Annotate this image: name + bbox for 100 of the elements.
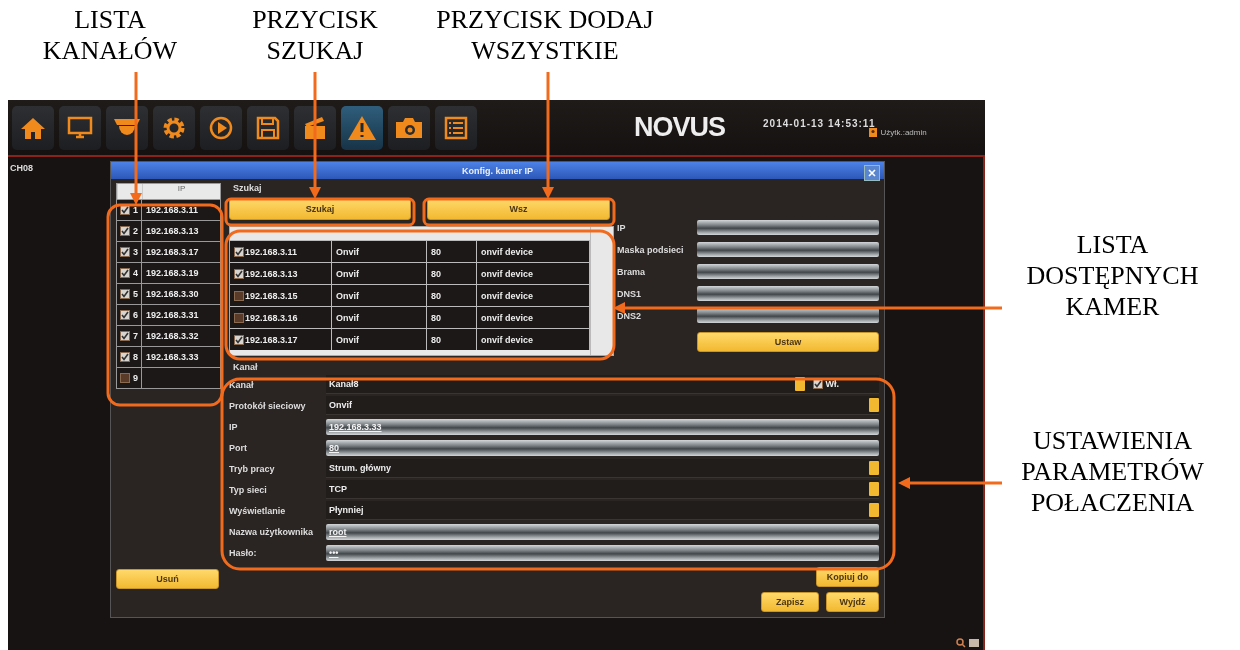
checkbox[interactable] xyxy=(120,289,130,299)
annotation-label: PRZYCISK DODAJ WSZYSTKIE xyxy=(436,4,654,66)
field-label: IP xyxy=(617,222,627,233)
brand-logo: NOVUS xyxy=(634,112,726,143)
dropdown-field[interactable]: Onvif xyxy=(326,396,879,415)
play-circle-icon xyxy=(208,114,234,141)
user-label: Użytk.:admin xyxy=(880,128,927,137)
table-cell: 192.168.3.17 xyxy=(230,329,332,350)
channel-number: 4 xyxy=(133,268,138,278)
monitor-icon xyxy=(67,115,93,140)
input-field[interactable]: 192.168.3.33 xyxy=(326,418,879,435)
field-label: Nazwa użytkownika xyxy=(229,526,315,537)
table-cell: Onvif xyxy=(332,329,427,350)
channel-number: 8 xyxy=(133,352,138,362)
checkbox[interactable] xyxy=(234,290,244,301)
field-label: Wyświetlanie xyxy=(229,505,287,516)
checkbox[interactable] xyxy=(120,226,130,236)
delete-button[interactable]: Usuń xyxy=(116,569,219,589)
toolbar-button[interactable] xyxy=(247,105,289,150)
checkbox[interactable] xyxy=(234,334,244,345)
field-label: Hasło: xyxy=(229,547,258,558)
field-label: Maska podsieci xyxy=(617,244,685,255)
toolbar-button[interactable] xyxy=(59,105,101,150)
input-field[interactable]: 80 xyxy=(326,439,879,456)
field-label: Protokół sieciowy xyxy=(229,400,307,411)
close-icon xyxy=(868,169,876,177)
table-cell-text: 192.168.3.32 xyxy=(145,330,200,343)
exit-button[interactable]: Wyjdź xyxy=(826,592,879,612)
channel-number: 5 xyxy=(133,289,138,299)
channel-number: 2 xyxy=(133,226,138,236)
field-label: Kanał xyxy=(229,379,255,390)
close-button[interactable] xyxy=(864,165,880,181)
save-button[interactable]: Zapisz xyxy=(761,592,819,612)
toolbar-button[interactable] xyxy=(106,105,148,150)
annotation-label: PRZYCISK SZUKAJ xyxy=(252,4,378,66)
set-button[interactable]: Ustaw xyxy=(697,332,879,352)
table-cell-text: 192.168.3.33 xyxy=(145,351,200,364)
channel-label: CH08 xyxy=(10,163,33,173)
checkbox[interactable] xyxy=(812,379,823,389)
dropdown-field[interactable]: Płynniej xyxy=(326,501,879,520)
warning-icon xyxy=(347,114,377,141)
checkbox[interactable] xyxy=(234,246,244,257)
dropdown-field[interactable]: Strum. główny xyxy=(326,459,879,478)
toolbar-button[interactable] xyxy=(200,105,242,150)
table-cell-text: 192.168.3.13 xyxy=(145,225,200,238)
dropdown-field[interactable]: TCP xyxy=(326,480,879,499)
user-icon xyxy=(869,128,878,137)
field-label: Port xyxy=(229,442,248,453)
field-label: IP xyxy=(229,421,239,432)
checkbox[interactable] xyxy=(120,373,130,383)
table-cell-text: 192.168.3.19 xyxy=(145,267,200,280)
search-icon xyxy=(956,638,966,648)
table-cell-text: 192.168.3.30 xyxy=(145,288,200,301)
toolbar-button[interactable] xyxy=(388,105,430,150)
checkbox[interactable] xyxy=(120,247,130,257)
dialog-title: Konfig. kamer IP xyxy=(462,165,533,176)
field-label: Typ sieci xyxy=(229,484,268,495)
channel-number: 9 xyxy=(133,373,138,383)
table-cell: 80 xyxy=(427,329,477,350)
annotation-label: LISTA DOSTĘPNYCH KAMER xyxy=(1026,229,1199,322)
channel-number: 1 xyxy=(133,205,138,215)
checkbox-label: Wł. xyxy=(825,379,839,389)
checkbox[interactable] xyxy=(234,268,244,279)
input-field[interactable]: ••• xyxy=(326,544,879,561)
channel-number: 3 xyxy=(133,247,138,257)
input-field[interactable] xyxy=(697,264,879,279)
toolbar-button[interactable] xyxy=(294,105,336,150)
date-time: 2014-01-13 14:53:11 xyxy=(763,118,876,129)
annotation-label: LISTA KANAŁÓW xyxy=(42,4,178,66)
list-icon xyxy=(444,115,468,140)
folder-icon xyxy=(969,638,979,647)
field-label: Brama xyxy=(617,266,646,277)
channel-number: 6 xyxy=(133,310,138,320)
table-cell-text: 192.168.3.31 xyxy=(145,309,200,322)
checkbox[interactable] xyxy=(120,205,130,215)
checkbox[interactable] xyxy=(120,310,130,320)
toolbar-button[interactable] xyxy=(341,105,383,150)
checkbox[interactable] xyxy=(120,352,130,362)
dropdown-button[interactable] xyxy=(794,377,805,391)
annotation-label: USTAWIENIA PARAMETRÓW POŁACZENIA xyxy=(1021,425,1204,518)
input-field[interactable] xyxy=(697,242,879,257)
section-label: Szukaj xyxy=(232,183,263,195)
table-cell-text: 192.168.3.17 xyxy=(145,246,200,259)
field-label: DNS2 xyxy=(617,310,642,321)
clapperboard-icon xyxy=(302,114,328,141)
home-icon xyxy=(20,115,46,140)
field-label: DNS1 xyxy=(617,288,642,299)
section-label: Kanał xyxy=(232,362,259,374)
channel-number: 7 xyxy=(133,331,138,341)
camera-icon xyxy=(395,116,423,139)
checkbox[interactable] xyxy=(120,331,130,341)
toolbar-button[interactable] xyxy=(435,105,477,150)
input-field[interactable] xyxy=(697,220,879,235)
table-cell-text: 192.168.3.11 xyxy=(145,204,200,217)
checkbox[interactable] xyxy=(234,312,244,323)
checkbox[interactable] xyxy=(120,268,130,278)
input-field[interactable]: root xyxy=(326,523,879,540)
toolbar-button[interactable] xyxy=(12,105,54,150)
toolbar-button[interactable] xyxy=(153,105,195,150)
input-field[interactable] xyxy=(697,286,879,301)
